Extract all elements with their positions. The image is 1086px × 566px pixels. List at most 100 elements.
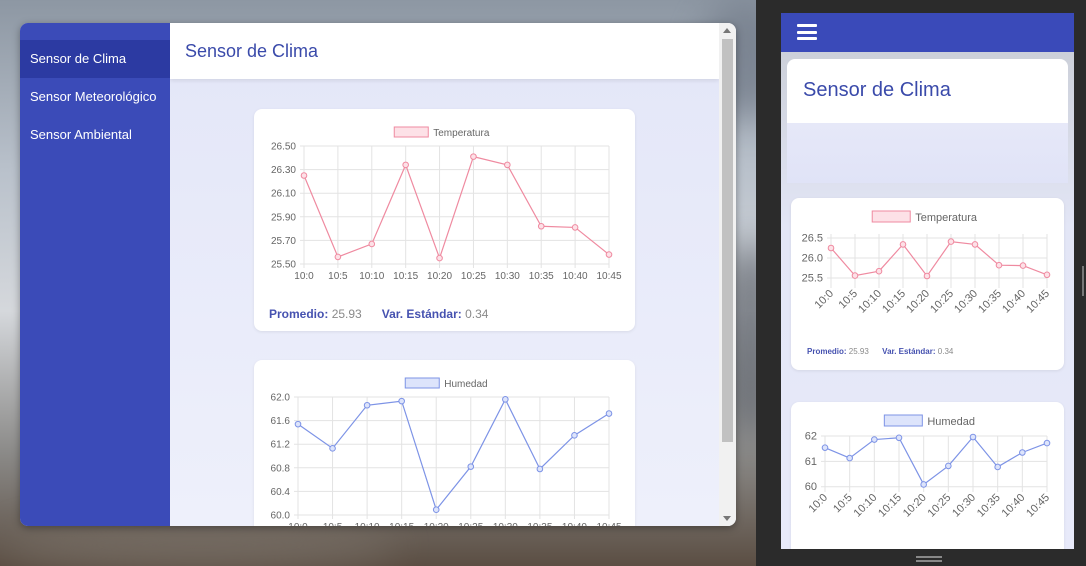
scrollbar-thumb[interactable]: [722, 39, 733, 442]
sidebar-item-sensor-de-clima[interactable]: Sensor de Clima: [20, 40, 170, 78]
y-tick-label: 26.10: [271, 189, 296, 200]
x-tick-label: 10:0: [288, 522, 308, 526]
x-tick-label: 10:45: [1024, 492, 1052, 520]
data-point: [605, 410, 613, 417]
data-point: [368, 240, 376, 248]
legend-label: Temperatura: [433, 128, 490, 139]
y-tick-label: 26.5: [802, 233, 823, 245]
sidebar: Sensor de Clima Sensor Meteorológico Sen…: [20, 23, 170, 526]
data-point: [605, 251, 613, 258]
legend-label: Humedad: [444, 379, 487, 390]
mobile-average-value: 25.93: [848, 347, 869, 356]
y-tick-label: 25.50: [271, 260, 296, 271]
x-tick-label: 10:15: [880, 288, 908, 316]
data-point: [436, 254, 443, 262]
data-point: [995, 261, 1003, 269]
data-point: [536, 465, 544, 473]
y-tick-label: 61: [805, 456, 817, 468]
series-line: [303, 155, 610, 260]
data-point: [1043, 271, 1051, 279]
data-point: [871, 436, 878, 443]
temperature-chart: Temperatura 26.50 26.30 26.10 25.90 25.70 25.5…: [271, 126, 622, 282]
y-tick-label: 62.0: [271, 393, 291, 404]
y-tick-label: 26.30: [271, 165, 296, 176]
mobile-page-title: Sensor de Clima: [787, 59, 1068, 123]
x-tick-label: 10:35: [976, 288, 1004, 316]
x-tick-label: 10:15: [393, 271, 418, 282]
average-label: Promedio:: [269, 307, 329, 321]
resize-handle[interactable]: [1082, 266, 1084, 296]
x-tick-label: 10:0: [812, 288, 836, 312]
data-point: [504, 161, 511, 169]
x-tick-label: 10:45: [1024, 288, 1052, 316]
average-value: 25.93: [331, 307, 362, 321]
mobile-temperature-chart-card: Temperatura 26.5 26.0 25.5 10:0 10:5 10:10 10:1…: [791, 198, 1064, 370]
data-point: [537, 222, 545, 230]
scroll-up-arrow-icon[interactable]: [723, 28, 731, 33]
y-tick-label: 26.50: [271, 142, 296, 153]
mobile-humidity-chart-card: Humedad 62 61 60 10:0 10:5 10:10 10:15 10:20 10:2…: [791, 402, 1064, 549]
vertical-scrollbar[interactable]: [719, 23, 736, 526]
std-dev-value: 0.34: [465, 307, 489, 321]
x-tick-label: 10:25: [928, 288, 956, 316]
data-point: [334, 253, 342, 261]
x-tick-label: 10:30: [950, 492, 978, 520]
x-tick-label: 10:10: [355, 522, 380, 526]
data-point: [432, 506, 440, 513]
data-point: [945, 462, 952, 470]
data-point: [398, 397, 405, 405]
x-tick-label: 10:25: [461, 271, 486, 282]
data-point: [851, 272, 859, 279]
x-tick-label: 10:20: [427, 271, 452, 282]
y-tick-label: 60: [805, 481, 817, 493]
x-tick-label: 10:15: [876, 492, 904, 520]
y-tick-label: 25.70: [271, 236, 296, 247]
desktop-app-window: Sensor de Clima Sensor Meteorológico Sen…: [20, 23, 736, 526]
x-tick-label: 10:40: [562, 522, 587, 526]
y-tick-label: 60.0: [271, 511, 291, 522]
x-tick-label: 10:15: [389, 522, 414, 526]
data-point: [1019, 262, 1027, 269]
series-line: [824, 436, 1048, 486]
humidity-chart-card: Humedad 62.0 61.6 61.2 60.8 60.4 60.010:0 10:5 1…: [254, 360, 635, 526]
legend-swatch: [883, 414, 923, 427]
mobile-app-view: Sensor de Clima Temperatura 26.5 26.0 25.5 1…: [781, 13, 1074, 549]
y-tick-label: 61.6: [271, 416, 291, 427]
data-point: [467, 463, 475, 470]
x-tick-label: 10:10: [359, 271, 384, 282]
data-point: [923, 272, 931, 280]
data-point: [571, 432, 578, 439]
x-tick-label: 10:20: [901, 492, 929, 520]
data-point: [971, 241, 979, 248]
mobile-temperature-stats: Promedio: 25.93 Var. Estándar: 0.34: [807, 347, 953, 356]
x-tick-label: 10:20: [424, 522, 449, 526]
mobile-humidity-chart: Humedad62616010:0 10:510:1010:1510:2010:2…: [805, 414, 1052, 520]
sidebar-item-sensor-meteorologico[interactable]: Sensor Meteorológico: [20, 78, 170, 116]
legend-swatch: [871, 210, 911, 223]
scroll-down-arrow-icon[interactable]: [723, 516, 731, 521]
data-point: [1019, 449, 1026, 456]
x-tick-label: 10:0: [294, 271, 314, 282]
data-point: [363, 401, 371, 409]
mobile-std-dev-label: Var. Estándar:: [882, 347, 936, 356]
data-point: [994, 463, 1001, 471]
x-tick-label: 10:25: [926, 492, 954, 520]
std-dev-label: Var. Estándar:: [381, 307, 462, 321]
mobile-temperature-chart: Temperatura26.526.025.510:0 10:510:1010:1…: [802, 210, 1052, 316]
x-tick-label: 10:35: [529, 271, 554, 282]
data-point: [821, 444, 829, 451]
data-point: [300, 172, 308, 179]
sidebar-item-sensor-ambiental[interactable]: Sensor Ambiental: [20, 116, 170, 154]
legend-swatch: [393, 126, 429, 138]
x-tick-label: 10:45: [596, 522, 621, 526]
x-tick-label: 10:40: [1000, 492, 1028, 520]
x-tick-label: 10:5: [323, 522, 343, 526]
data-point: [571, 224, 579, 231]
y-tick-label: 60.8: [271, 463, 291, 474]
drag-handle-icon[interactable]: [916, 556, 942, 562]
hamburger-menu-icon[interactable]: [797, 24, 817, 40]
mobile-average-label: Promedio:: [807, 347, 847, 356]
data-point: [329, 445, 336, 452]
x-tick-label: 10:30: [493, 522, 518, 526]
x-tick-label: 10:35: [527, 522, 552, 526]
